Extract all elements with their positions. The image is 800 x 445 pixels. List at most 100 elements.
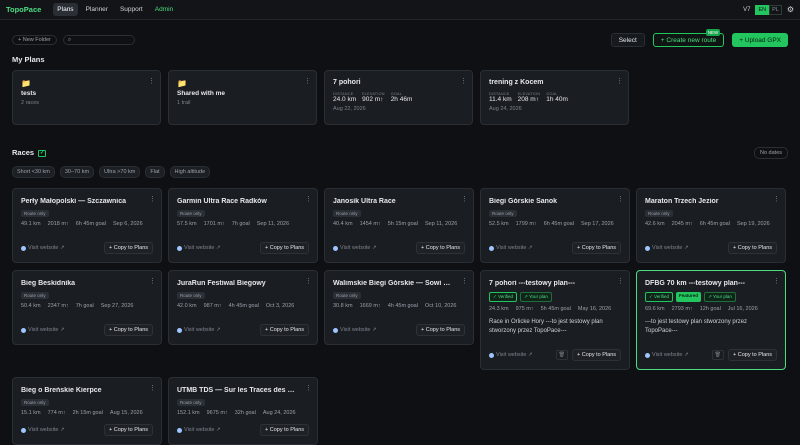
nav-admin[interactable]: Admin bbox=[151, 3, 177, 16]
app-logo[interactable]: TopoPace bbox=[6, 5, 41, 14]
visit-website-link[interactable]: Visit website ↗ bbox=[177, 427, 221, 433]
race-card[interactable]: ⋮ Bieg o Breńskie Kierpce Route only 15.… bbox=[12, 377, 162, 445]
more-icon[interactable]: ⋮ bbox=[305, 195, 312, 203]
visit-website-link[interactable]: Visit website ↗ bbox=[489, 352, 533, 358]
version-label: V7 bbox=[743, 6, 751, 13]
plan-card[interactable]: ⋮ 7 pohori DISTANCE 24.0 km ELEVATION 902 … bbox=[324, 70, 473, 125]
lang-pl[interactable]: PL bbox=[769, 4, 782, 15]
gear-icon[interactable]: ⚙ bbox=[787, 5, 794, 14]
copy-to-plans-button[interactable]: + Copy to Plans bbox=[104, 424, 153, 436]
visit-website-label: Visit website ↗ bbox=[184, 245, 221, 251]
copy-to-plans-button[interactable]: + Copy to Plans bbox=[260, 424, 309, 436]
filter-chip[interactable]: Short <30 km bbox=[12, 166, 55, 178]
race-card[interactable]: ⋮ 7 pohori ---testowy plan--- ✓ Verified… bbox=[480, 270, 630, 370]
more-icon[interactable]: ⋮ bbox=[617, 195, 624, 203]
plan-stats: DISTANCE 24.0 km ELEVATION 902 m↑ GOAL 2h 4… bbox=[333, 92, 464, 103]
visit-website-link[interactable]: Visit website ↗ bbox=[333, 327, 377, 333]
visit-website-link[interactable]: Visit website ↗ bbox=[21, 427, 65, 433]
select-button[interactable]: Select bbox=[610, 33, 645, 47]
visit-website-link[interactable]: Visit website ↗ bbox=[21, 245, 65, 251]
race-stat: Aug 15, 2026 bbox=[109, 410, 143, 416]
copy-to-plans-button[interactable]: + Copy to Plans bbox=[416, 324, 465, 336]
more-icon[interactable]: ⋮ bbox=[304, 77, 311, 85]
folder-card[interactable]: ⋮ 📁 Shared with me 1 trail bbox=[168, 70, 317, 125]
new-folder-button[interactable]: + New Folder bbox=[12, 35, 57, 45]
race-card[interactable]: ⋮ Walimskie Biegi Górskie — Sowi Hunter … bbox=[324, 270, 474, 345]
plan-card[interactable]: ⋮ trening z Kocem DISTANCE 11.4 km ELEVAT… bbox=[480, 70, 629, 125]
folder-card[interactable]: ⋮ 📁 tests 2 races bbox=[12, 70, 161, 125]
visit-website-label: Visit website ↗ bbox=[496, 352, 533, 358]
create-route-button[interactable]: + Create new route NEW bbox=[652, 29, 725, 47]
visit-website-link[interactable]: Visit website ↗ bbox=[21, 327, 65, 333]
race-card[interactable]: ⋮ Janosik Ultra Race Route only 40.4 km 1… bbox=[324, 188, 474, 263]
filter-chip[interactable]: Ultra >70 km bbox=[99, 166, 141, 178]
more-icon[interactable]: ⋮ bbox=[460, 77, 467, 85]
copy-to-plans-button[interactable]: + Copy to Plans bbox=[572, 242, 621, 254]
race-card[interactable]: ⋮ DFBG 70 km ---testowy plan--- ✓ Verifi… bbox=[636, 270, 786, 370]
copy-to-plans-button[interactable]: + Copy to Plans bbox=[728, 349, 777, 361]
filter-chip[interactable]: High altitude bbox=[169, 166, 211, 178]
language-switch[interactable]: EN PL bbox=[755, 4, 782, 15]
visit-website-link[interactable]: Visit website ↗ bbox=[489, 245, 533, 251]
more-icon[interactable]: ⋮ bbox=[305, 277, 312, 285]
globe-icon bbox=[177, 427, 182, 433]
visit-website-label: Visit website ↗ bbox=[340, 245, 377, 251]
more-icon[interactable]: ⋮ bbox=[773, 277, 780, 285]
lang-en[interactable]: EN bbox=[755, 4, 770, 15]
race-title: Bieg Beskidnika bbox=[21, 280, 76, 287]
more-icon[interactable]: ⋮ bbox=[773, 195, 780, 203]
race-tags: Route only bbox=[645, 210, 777, 217]
race-card[interactable]: ⋮ JuraRun Festiwal Biegowy Route only 42… bbox=[168, 270, 318, 345]
visit-website-link[interactable]: Visit website ↗ bbox=[333, 245, 377, 251]
filter-chip[interactable]: 30–70 km bbox=[59, 166, 95, 178]
more-icon[interactable]: ⋮ bbox=[461, 195, 468, 203]
copy-to-plans-button[interactable]: + Copy to Plans bbox=[728, 242, 777, 254]
more-icon[interactable]: ⋮ bbox=[148, 77, 155, 85]
more-icon[interactable]: ⋮ bbox=[617, 277, 624, 285]
copy-to-plans-button[interactable]: + Copy to Plans bbox=[104, 242, 153, 254]
copy-to-plans-button[interactable]: + Copy to Plans bbox=[104, 324, 153, 336]
search-input[interactable]: ⌕ bbox=[62, 35, 135, 45]
upload-gpx-button[interactable]: + Upload GPX bbox=[732, 33, 788, 47]
more-icon[interactable]: ⋮ bbox=[149, 277, 156, 285]
nav-plans[interactable]: Plans bbox=[53, 3, 78, 16]
visit-website-link[interactable]: Visit website ↗ bbox=[177, 245, 221, 251]
race-card[interactable]: ⋮ Perły Małopolski — Szczawnica Route on… bbox=[12, 188, 162, 263]
race-stat: 987 m↑ bbox=[203, 303, 222, 309]
visit-website-link[interactable]: Visit website ↗ bbox=[177, 327, 221, 333]
more-icon[interactable]: ⋮ bbox=[305, 384, 312, 392]
more-icon[interactable]: ⋮ bbox=[149, 195, 156, 203]
race-actions: Visit website ↗ + Copy to Plans bbox=[21, 324, 153, 336]
visit-website-label: Visit website ↗ bbox=[184, 327, 221, 333]
nav-planner[interactable]: Planner bbox=[82, 3, 112, 16]
copy-to-plans-button[interactable]: + Copy to Plans bbox=[260, 324, 309, 336]
check-icon[interactable]: ✓ bbox=[38, 149, 47, 157]
visit-website-link[interactable]: Visit website ↗ bbox=[645, 245, 689, 251]
nav-support[interactable]: Support bbox=[116, 3, 147, 16]
filter-chip[interactable]: Flat bbox=[145, 166, 165, 178]
race-card[interactable]: ⋮ Biegi Górskie Sanok Route only 52.5 km… bbox=[480, 188, 630, 263]
copy-to-plans-button[interactable]: + Copy to Plans bbox=[260, 242, 309, 254]
new-badge: NEW bbox=[705, 29, 721, 36]
race-card[interactable]: ⋮ UTMB TDS — Sur les Traces des Ducs de … bbox=[168, 377, 318, 445]
copy-to-plans-button[interactable]: + Copy to Plans bbox=[572, 349, 621, 361]
copy-to-plans-button[interactable]: + Copy to Plans bbox=[416, 242, 465, 254]
more-icon[interactable]: ⋮ bbox=[616, 77, 623, 85]
globe-icon bbox=[21, 327, 26, 333]
delete-icon[interactable]: 🗑 bbox=[555, 350, 569, 360]
race-card[interactable]: ⋮ Garmin Ultra Race Radków Route only 57… bbox=[168, 188, 318, 263]
visit-website-link[interactable]: Visit website ↗ bbox=[645, 352, 689, 358]
race-card[interactable]: ⋮ Maraton Trzech Jezior Route only 42.6 … bbox=[636, 188, 786, 263]
race-stat: Oct 3, 2026 bbox=[265, 303, 295, 309]
sort-button[interactable]: No dates bbox=[753, 147, 788, 159]
more-icon[interactable]: ⋮ bbox=[149, 384, 156, 392]
race-stat: Sep 19, 2026 bbox=[736, 221, 770, 227]
race-stat: 40.4 km bbox=[333, 221, 353, 227]
race-card[interactable]: ⋮ Bieg Beskidnika Route only 50.4 km 2347… bbox=[12, 270, 162, 345]
plans-toolbar: + New Folder ⌕ bbox=[12, 35, 135, 45]
more-icon[interactable]: ⋮ bbox=[461, 277, 468, 285]
globe-icon bbox=[333, 327, 338, 333]
delete-icon[interactable]: 🗑 bbox=[711, 350, 725, 360]
globe-icon bbox=[489, 245, 494, 251]
race-stats: 15.1 km 774 m↑ 2h 15m goal Aug 15, 2026 bbox=[21, 410, 153, 416]
